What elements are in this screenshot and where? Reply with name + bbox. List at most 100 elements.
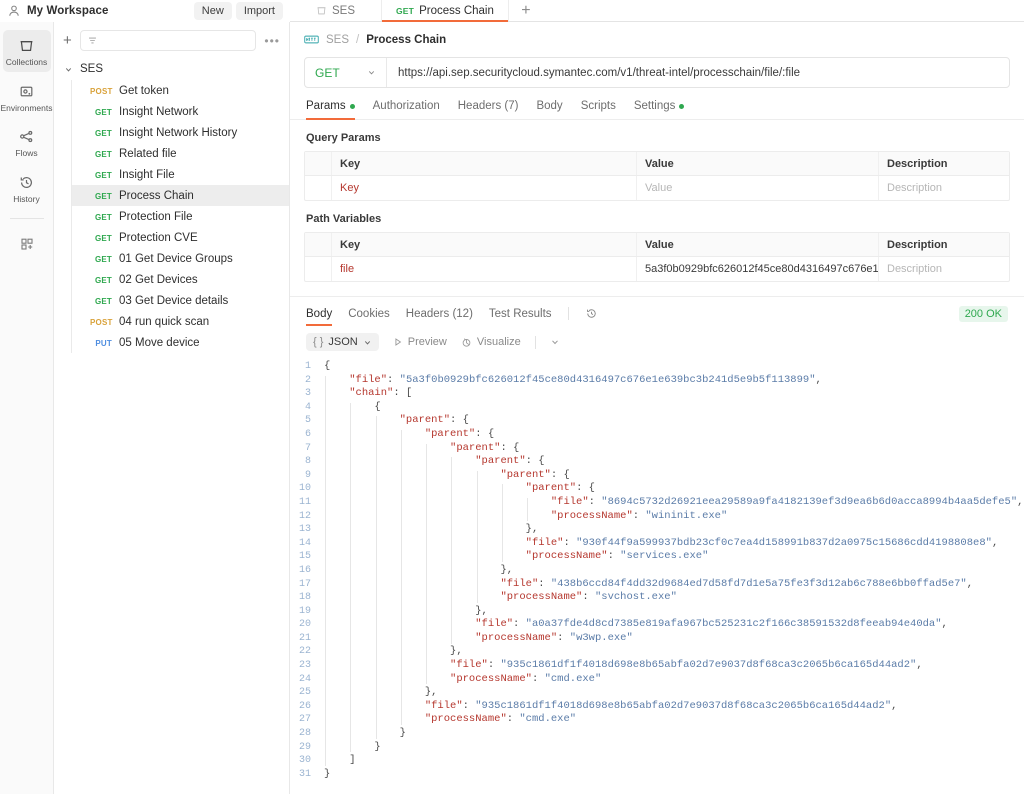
chevron-down-icon — [368, 71, 375, 75]
workspace-title: My Workspace — [27, 5, 109, 17]
unsaved-indicator-dot — [679, 103, 685, 109]
add-collection-button[interactable]: + — [63, 33, 72, 48]
line-number: 18 — [298, 592, 311, 604]
request-name-label: Get token — [119, 84, 169, 97]
sidebar-request-04-run-quick-scan[interactable]: POST 04 run quick scan — [72, 311, 289, 332]
cell-key[interactable]: Key — [332, 176, 637, 200]
breadcrumb-collection[interactable]: SES — [326, 34, 349, 46]
json-line: 13 }, — [290, 523, 1024, 537]
response-tab-headers[interactable]: Headers (12) — [406, 308, 473, 326]
visualize-button[interactable]: Visualize — [461, 336, 521, 348]
sidebar-request-02-get-devices[interactable]: GET 02 Get Devices — [72, 269, 289, 290]
json-line: 12 "processName": "wininit.exe" — [290, 510, 1024, 524]
app-window: My Workspace New Import SES GET Process … — [0, 0, 1024, 794]
line-number: 21 — [298, 632, 311, 644]
nav-rail: Collections Environments Flows History — [0, 22, 54, 794]
sidebar-request-insight-network-history[interactable]: GET Insight Network History — [72, 122, 289, 143]
filter-icon — [88, 37, 96, 44]
tab-process-chain[interactable]: GET Process Chain — [382, 0, 509, 22]
filter-input[interactable] — [79, 30, 257, 51]
json-code: "file": "438b6ccd84f4dd32d9684ed7d58fd7d… — [500, 577, 974, 590]
chevron-down-icon[interactable] — [550, 337, 560, 347]
line-number: 25 — [298, 687, 311, 699]
url-input[interactable]: https://api.sep.securitycloud.symantec.c… — [387, 58, 1009, 87]
response-body-json[interactable]: 1{2 "file": "5a3f0b0929bfc626012f45ce80d… — [290, 358, 1024, 794]
json-line: 28 } — [290, 727, 1024, 741]
json-code: "file": "a0a37fde4d8cd7385e819afa967bc52… — [475, 618, 948, 631]
rail-item-new-module[interactable] — [3, 229, 51, 257]
sidebar-request-process-chain[interactable]: GET Process Chain — [72, 185, 289, 206]
request-method-label: GET — [94, 128, 112, 138]
preview-button[interactable]: Preview — [393, 336, 447, 348]
request-tab-body[interactable]: Body — [536, 100, 562, 119]
json-code: "parent": { — [525, 482, 595, 495]
rail-item-history[interactable]: History — [3, 167, 51, 209]
line-number: 13 — [298, 524, 311, 536]
json-code: }, — [475, 604, 488, 617]
request-name-label: 04 run quick scan — [119, 315, 210, 328]
json-line: 7 "parent": { — [290, 442, 1024, 456]
tab-method-label: GET — [396, 5, 415, 16]
sidebar-request-protection-file[interactable]: GET Protection File — [72, 206, 289, 227]
sidebar-request-protection-cve[interactable]: GET Protection CVE — [72, 227, 289, 248]
cell-description[interactable]: Description — [879, 176, 1009, 200]
col-description: Description — [887, 157, 948, 170]
method-selector[interactable]: GET — [305, 58, 387, 87]
row-checkbox[interactable] — [305, 176, 332, 200]
clock-icon[interactable] — [585, 307, 598, 320]
format-selector[interactable]: { } JSON — [306, 333, 379, 351]
json-line: 5 "parent": { — [290, 414, 1024, 428]
top-bar: My Workspace New Import SES GET Process … — [0, 0, 1024, 22]
breadcrumb-current: Process Chain — [366, 33, 447, 46]
cell-description[interactable]: Description — [879, 257, 1009, 281]
cell-value[interactable]: Value — [637, 176, 879, 200]
rail-item-collections[interactable]: Collections — [2, 30, 51, 72]
rail-label-flows: Flows — [15, 148, 38, 158]
sidebar-request-05-move-device[interactable]: PUT 05 Move device — [72, 332, 289, 353]
request-tab-label: Scripts — [580, 100, 616, 112]
line-number: 31 — [298, 768, 311, 780]
sidebar-request-related-file[interactable]: GET Related file — [72, 143, 289, 164]
request-tab-headers-7[interactable]: Headers (7) — [458, 100, 519, 119]
request-name-label: 03 Get Device details — [119, 294, 229, 307]
sidebar-request-insight-network[interactable]: GET Insight Network — [72, 101, 289, 122]
rail-item-environments[interactable]: Environments — [1, 76, 52, 118]
new-button[interactable]: New — [193, 2, 232, 20]
response-tab-test-results[interactable]: Test Results — [489, 308, 552, 326]
sidebar-request-01-get-device-groups[interactable]: GET 01 Get Device Groups — [72, 248, 289, 269]
col-value: Value — [637, 233, 879, 256]
new-tab-button[interactable]: + — [509, 0, 543, 21]
collection-name: SES — [80, 63, 104, 75]
response-tab-cookies[interactable]: Cookies — [348, 308, 390, 326]
request-name-label: Protection CVE — [119, 231, 198, 244]
cell-key[interactable]: file — [332, 257, 637, 281]
request-tab-label: Headers (7) — [457, 100, 519, 112]
collection-row-ses[interactable]: SES — [54, 58, 289, 80]
select-all-cell — [305, 152, 332, 175]
request-tab-scripts[interactable]: Scripts — [581, 100, 616, 119]
request-method-label: GET — [94, 275, 112, 285]
line-number: 27 — [298, 714, 311, 726]
rail-item-flows[interactable]: Flows — [3, 121, 51, 163]
cell-value[interactable]: 5a3f0b0929bfc626012f45ce80d4316497c676e1… — [637, 257, 879, 281]
row-checkbox[interactable] — [305, 257, 332, 281]
json-code: } — [374, 740, 381, 753]
import-button[interactable]: Import — [235, 2, 283, 20]
json-line: 30 ] — [290, 754, 1024, 768]
collection-icon — [317, 7, 326, 15]
sidebar-request-03-get-device-details[interactable]: GET 03 Get Device details — [72, 290, 289, 311]
json-line: 9 "parent": { — [290, 469, 1024, 483]
request-tab-authorization[interactable]: Authorization — [373, 100, 440, 119]
request-tab-settings[interactable]: Settings — [634, 100, 685, 119]
sidebar-request-insight-file[interactable]: GET Insight File — [72, 164, 289, 185]
sidebar-request-get-token[interactable]: POST Get token — [72, 80, 289, 101]
request-tab-label: Authorization — [372, 100, 440, 112]
request-tab-params[interactable]: Params — [306, 100, 355, 120]
tab-ses[interactable]: SES — [290, 0, 382, 21]
table-row[interactable]: file 5a3f0b0929bfc626012f45ce80d4316497c… — [305, 257, 1009, 281]
response-tab-body[interactable]: Body — [306, 308, 333, 326]
new-module-icon — [20, 238, 33, 250]
sidebar-more-button[interactable]: ••• — [264, 34, 280, 48]
history-icon — [20, 176, 32, 188]
table-row[interactable]: Key Value Description — [305, 176, 1009, 200]
